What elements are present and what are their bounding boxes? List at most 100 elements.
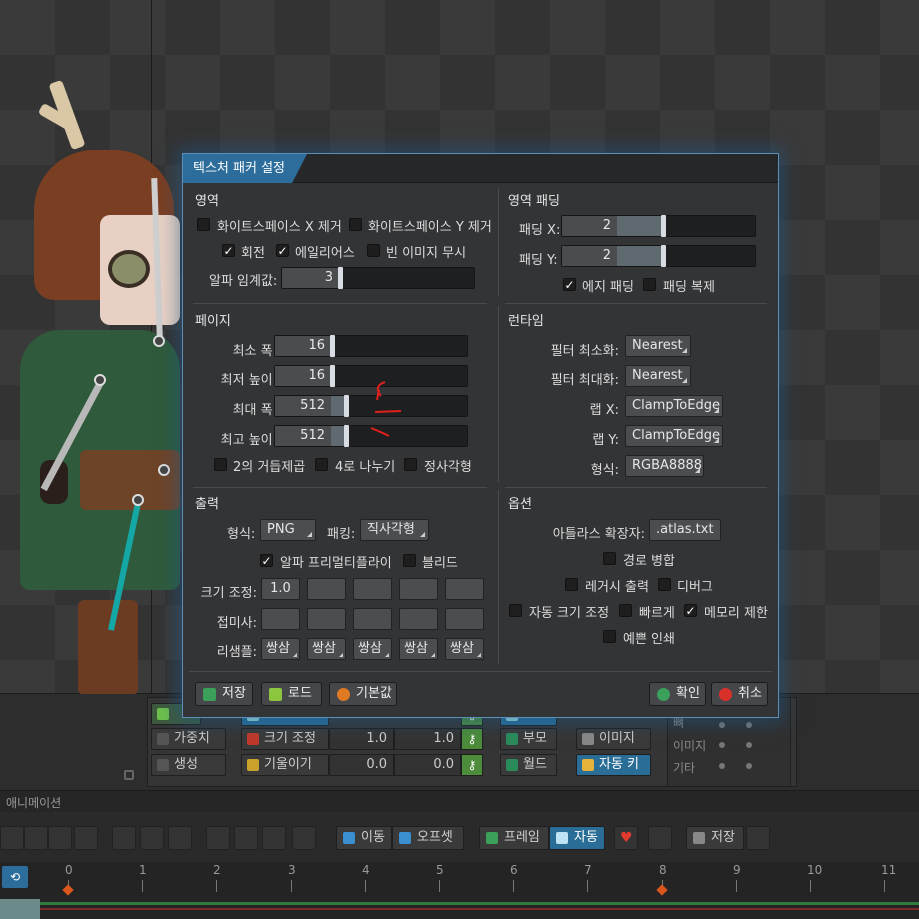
suffix-cell[interactable] (399, 608, 438, 630)
timeline[interactable] (0, 862, 919, 919)
wrap-y-dropdown[interactable]: ClampToEdge (625, 425, 723, 447)
timeline-save-button[interactable]: 저장 (686, 826, 744, 850)
multiple-of-four-checkbox[interactable] (315, 458, 328, 471)
world-axis-button[interactable]: 월드 (500, 754, 557, 776)
scale-x-field[interactable]: 1.0 (329, 728, 394, 750)
power-of-two-checkbox[interactable] (214, 458, 227, 471)
visibility-dot[interactable] (746, 742, 752, 748)
visibility-dot[interactable] (719, 722, 725, 728)
resample-dropdown[interactable]: 쌍삼 (445, 638, 484, 660)
curve-stepped-icon[interactable] (140, 826, 164, 850)
suffix-cell[interactable] (261, 608, 300, 630)
scale-cell[interactable] (353, 578, 392, 600)
strip-whitespace-x-checkbox[interactable] (197, 218, 210, 231)
curve-bezier-icon[interactable] (168, 826, 192, 850)
suffix-cell[interactable] (445, 608, 484, 630)
output-format-dropdown[interactable]: PNG (260, 519, 316, 541)
images-button[interactable]: 이미지 (576, 728, 651, 750)
resample-dropdown[interactable]: 쌍삼 (399, 638, 438, 660)
padding-y-slider[interactable]: 2 (561, 245, 756, 267)
visibility-dot[interactable] (719, 742, 725, 748)
padding-x-slider[interactable]: 2 (561, 215, 756, 237)
alpha-threshold-slider[interactable]: 3 (281, 267, 475, 289)
create-tool-button[interactable]: 생성 (151, 754, 226, 776)
offset-button[interactable]: 오프셋 (392, 826, 464, 850)
scissors-icon[interactable] (24, 826, 48, 850)
ok-button[interactable]: 확인 (649, 682, 706, 706)
delete-icon[interactable] (74, 826, 98, 850)
rotation-checkbox[interactable]: ✓ (222, 244, 235, 257)
heart-icon[interactable]: ♥ (614, 826, 638, 850)
joint-shoulder[interactable] (94, 374, 106, 386)
shear-key-icon[interactable]: ⚷ (461, 754, 483, 776)
legacy-output-checkbox[interactable] (565, 578, 578, 591)
limit-memory-checkbox[interactable]: ✓ (684, 604, 697, 617)
dialog-titlebar[interactable]: 텍스처 패커 설정 (183, 154, 778, 183)
clear-icon[interactable] (48, 826, 72, 850)
visibility-dot[interactable] (746, 722, 752, 728)
suffix-cell[interactable] (353, 608, 392, 630)
filter-mag-dropdown[interactable]: Nearest (625, 365, 691, 387)
save-settings-button[interactable]: 저장 (195, 682, 253, 706)
packing-dropdown[interactable]: 직사각형 (360, 519, 429, 541)
defaults-button[interactable]: 기본값 (329, 682, 397, 706)
load-settings-button[interactable]: 로드 (261, 682, 322, 706)
square-checkbox[interactable] (404, 458, 417, 471)
debug-checkbox[interactable] (658, 578, 671, 591)
settings-icon[interactable] (746, 826, 770, 850)
scale-key-icon[interactable]: ⚷ (461, 728, 483, 750)
scale-cell[interactable] (399, 578, 438, 600)
atlas-extension-input[interactable]: .atlas.txt (649, 519, 721, 541)
ignore-blank-checkbox[interactable] (367, 244, 380, 257)
duplicate-padding-checkbox[interactable] (643, 278, 656, 291)
loop-icon[interactable]: ⟲ (2, 866, 28, 888)
filter-min-dropdown[interactable]: Nearest (625, 335, 691, 357)
resample-dropdown[interactable]: 쌍삼 (307, 638, 346, 660)
dots-icon[interactable] (262, 826, 286, 850)
cut-icon[interactable] (0, 826, 24, 850)
shear-y-field[interactable]: 0.0 (394, 754, 461, 776)
joint-hip[interactable] (158, 464, 170, 476)
suffix-cell[interactable] (307, 608, 346, 630)
strip-whitespace-y-checkbox[interactable] (349, 218, 362, 231)
frame-button[interactable]: 프레임 (479, 826, 549, 850)
pretty-print-checkbox[interactable] (603, 630, 616, 643)
auto-key-button[interactable]: 자동 키 (576, 754, 651, 776)
premultiply-alpha-checkbox[interactable]: ✓ (260, 554, 273, 567)
parent-axis-button[interactable]: 부모 (500, 728, 557, 750)
shear-x-field[interactable]: 0.0 (329, 754, 394, 776)
visibility-dot[interactable] (719, 763, 725, 769)
scale-cell[interactable]: 1.0 (261, 578, 300, 600)
combine-subdirs-checkbox[interactable] (603, 552, 616, 565)
alias-checkbox[interactable]: ✓ (276, 244, 289, 257)
check-curve-icon[interactable] (292, 826, 316, 850)
min-width-slider[interactable]: 16 (274, 335, 468, 357)
weights-tool-button[interactable]: 가중치 (151, 728, 226, 750)
visibility-dot[interactable] (746, 763, 752, 769)
scale-cell[interactable] (307, 578, 346, 600)
scale-cell[interactable] (445, 578, 484, 600)
lock-icon[interactable] (124, 770, 134, 780)
scale-y-field[interactable]: 1.0 (394, 728, 461, 750)
dots-icon[interactable] (234, 826, 258, 850)
bleed-checkbox[interactable] (403, 554, 416, 567)
resample-dropdown[interactable]: 쌍삼 (353, 638, 392, 660)
shear-tool-button[interactable]: 기울이기 (241, 754, 329, 776)
auto-scale-checkbox[interactable] (509, 604, 522, 617)
auto-button[interactable]: 자동 (549, 826, 605, 850)
joint-knee[interactable] (132, 494, 144, 506)
playhead-region[interactable] (0, 899, 40, 919)
dots-icon[interactable] (206, 826, 230, 850)
record-icon[interactable] (648, 826, 672, 850)
edge-padding-checkbox[interactable]: ✓ (563, 278, 576, 291)
fast-checkbox[interactable] (619, 604, 632, 617)
joint-neck[interactable] (153, 335, 165, 347)
cancel-button[interactable]: 취소 (711, 682, 768, 706)
curve-linear-icon[interactable] (112, 826, 136, 850)
wrap-x-dropdown[interactable]: ClampToEdge (625, 395, 723, 417)
move-button[interactable]: 이동 (336, 826, 392, 850)
runtime-format-dropdown[interactable]: RGBA8888 (625, 455, 704, 477)
resample-dropdown[interactable]: 쌍삼 (261, 638, 300, 660)
alias-label: 에일리어스 (295, 246, 355, 261)
scale-tool-button[interactable]: 크기 조정 (241, 728, 329, 750)
